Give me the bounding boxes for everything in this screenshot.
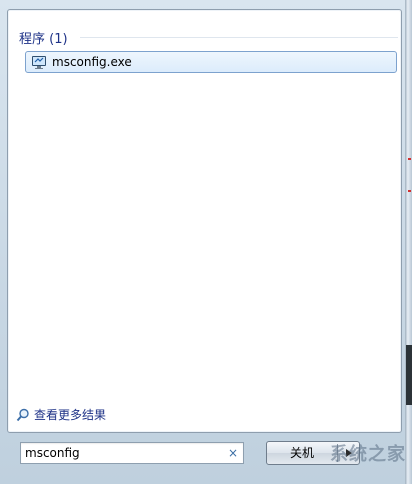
shutdown-button[interactable]: 关机 <box>267 442 337 464</box>
search-results-panel: 程序 (1) msconfig.exe 查看更多结果 <box>7 9 402 433</box>
watermark-text: 系统之家 <box>330 444 406 465</box>
result-item-label: msconfig.exe <box>52 55 132 69</box>
system-config-icon <box>32 56 46 69</box>
watermark: 系统之家 <box>330 438 406 468</box>
group-divider <box>80 37 398 38</box>
see-more-results-link[interactable]: 查看更多结果 <box>16 406 106 423</box>
see-more-label: 查看更多结果 <box>34 408 107 422</box>
programs-group-title: 程序 (1) <box>19 31 68 47</box>
window-edge <box>405 0 412 484</box>
clear-search-button[interactable]: × <box>226 445 240 461</box>
programs-group-header: 程序 (1) <box>19 28 68 47</box>
search-input[interactable] <box>25 443 221 463</box>
desktop-edge-mark <box>408 158 411 160</box>
result-item-msconfig[interactable]: msconfig.exe <box>25 51 397 73</box>
magnifier-icon <box>16 408 29 421</box>
search-box[interactable]: × <box>20 442 244 464</box>
desktop-edge-strip <box>406 345 412 405</box>
desktop-edge-mark <box>408 190 411 192</box>
